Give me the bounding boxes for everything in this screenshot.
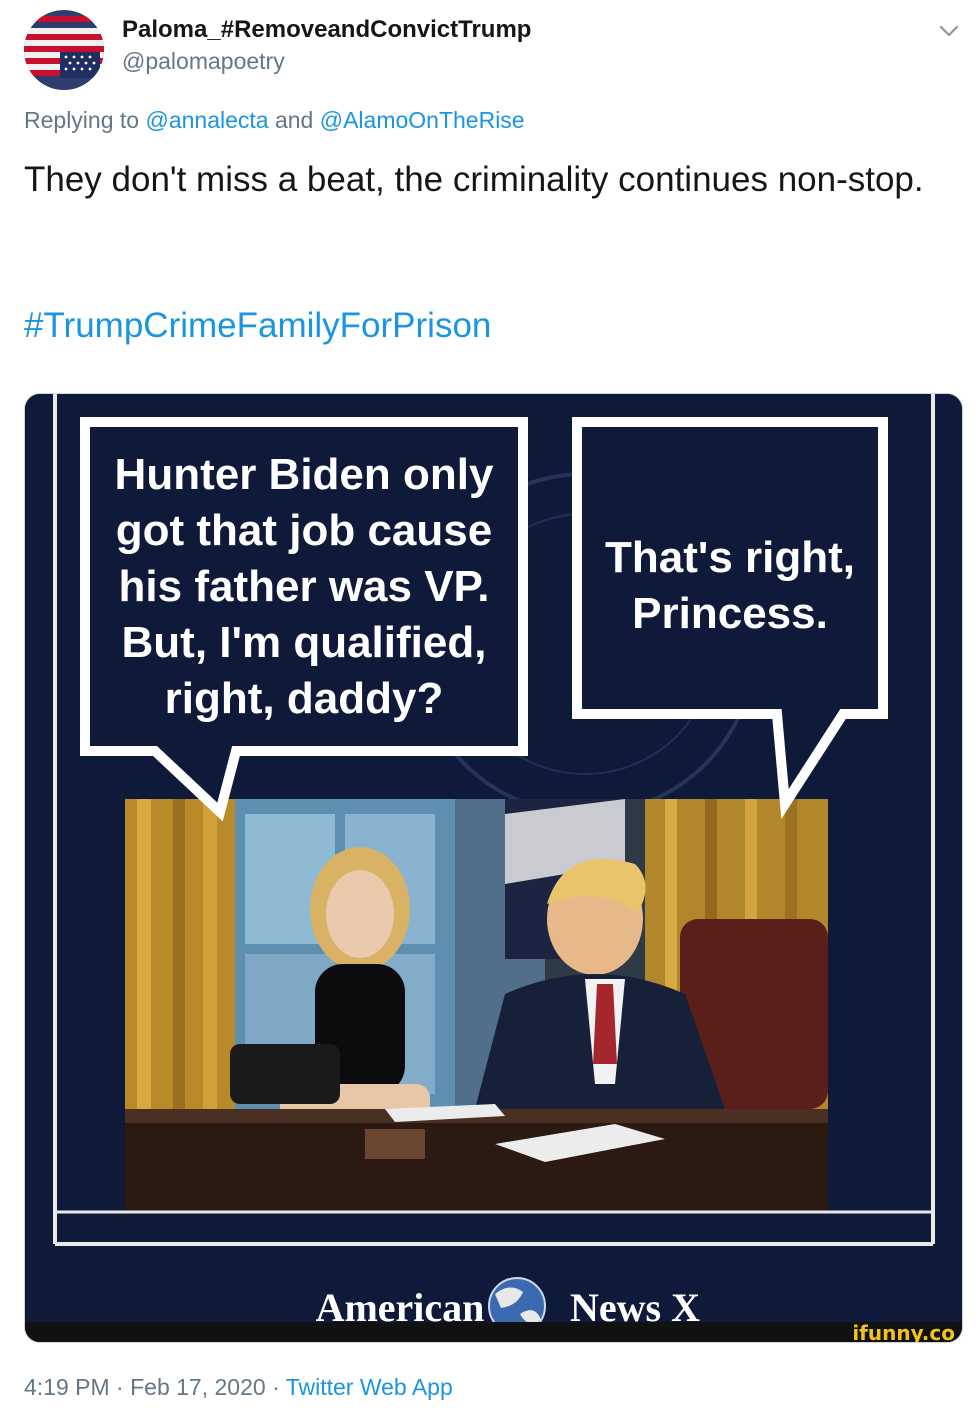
reply-user-link[interactable]: @AlamoOnTheRise [320,107,525,133]
hashtag-link[interactable]: #TrumpCrimeFamilyForPrison [24,306,491,346]
us-flag-avatar-icon [24,10,104,90]
bubble-left-line: his father was VP. [119,562,490,611]
reply-prefix: Replying to [24,107,140,133]
watermark-bar [25,1322,962,1342]
separator: · [272,1374,280,1400]
bubble-left-line: But, I'm qualified, [122,618,487,667]
user-handle[interactable]: @palomapoetry [122,48,285,75]
bubble-right-line: Princess. [632,589,828,638]
display-name[interactable]: Paloma_#RemoveandConvictTrump [122,16,531,44]
tweet-media-image[interactable]: Hunter Biden only got that job cause his f… [24,393,963,1343]
bubble-right-line: That's right, [605,533,855,582]
bubble-left-line: right, daddy? [165,674,444,723]
separator: · [116,1374,124,1400]
tweet-time[interactable]: 4:19 PM [24,1374,110,1400]
ifunny-watermark: ifunny.co [852,1321,955,1343]
reply-context: Replying to @annalecta and @AlamoOnTheRi… [24,107,525,134]
chevron-down-icon[interactable] [936,18,962,44]
photo-scene [125,799,828,1214]
bubble-left-line: Hunter Biden only [115,450,494,499]
tweet-text: They don't miss a beat, the criminality … [24,160,924,199]
tweet-source-link[interactable]: Twitter Web App [286,1374,453,1400]
tweet-footer: 4:19 PM · Feb 17, 2020 · Twitter Web App [24,1374,453,1401]
bubble-left-line: got that job cause [116,506,492,555]
avatar[interactable] [24,10,104,90]
reply-user-link[interactable]: @annalecta [145,107,268,133]
reply-and: and [274,107,314,133]
tweet-date[interactable]: Feb 17, 2020 [130,1374,266,1400]
bubble-left-text: Hunter Biden only got that job cause his f… [115,450,494,723]
tweet-header: Paloma_#RemoveandConvictTrump @palomapoe… [0,0,980,100]
meme-image: Hunter Biden only got that job cause his f… [25,394,962,1343]
